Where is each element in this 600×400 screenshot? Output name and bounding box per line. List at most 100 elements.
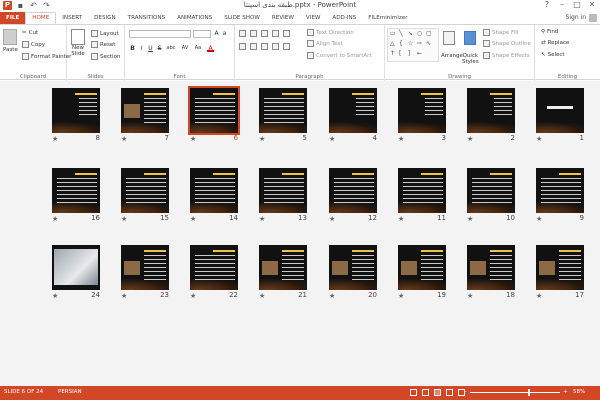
slide-preview[interactable] <box>398 168 446 213</box>
brace-shape-icon[interactable]: { <box>399 40 403 47</box>
line-spacing-icon[interactable] <box>283 30 290 37</box>
curve-shape-icon[interactable]: ∿ <box>426 40 431 47</box>
char-spacing-button[interactable]: AV <box>180 45 190 52</box>
slide-preview[interactable] <box>188 86 240 135</box>
slide-preview[interactable] <box>52 88 100 133</box>
arrow-shape-icon[interactable]: ↘ <box>408 30 413 37</box>
zoom-slider[interactable] <box>470 392 560 393</box>
slide-thumbnail[interactable]: ★ 4 <box>329 88 377 143</box>
slide-thumbnail[interactable]: ★ 1 <box>536 88 584 143</box>
slide-preview[interactable] <box>121 245 169 290</box>
change-case-button[interactable]: Aa <box>193 45 203 52</box>
increase-indent-icon[interactable] <box>272 30 279 37</box>
shapes-gallery[interactable]: ▭ ╲ ↘ ○ ▢ △ { ☆ ⇨ ∿ ↑ [ ] ← <box>387 28 439 62</box>
paste-button[interactable]: Paste <box>3 29 18 53</box>
slide-thumbnail[interactable]: ★ 6 <box>188 86 240 143</box>
slide-preview[interactable] <box>259 88 307 133</box>
triangle-shape-icon[interactable]: △ <box>390 40 395 47</box>
slide-preview[interactable] <box>329 245 377 290</box>
animation-star-icon[interactable]: ★ <box>259 135 265 143</box>
slide-thumbnail[interactable]: ★ 17 <box>536 245 584 300</box>
new-slide-button[interactable]: New Slide <box>71 29 85 57</box>
animation-star-icon[interactable]: ★ <box>190 215 196 223</box>
slide-preview[interactable] <box>121 88 169 133</box>
tab-fileminimizer[interactable]: FILEminimizer <box>362 12 413 24</box>
tab-animations[interactable]: ANIMATIONS <box>171 12 218 24</box>
block-arrow-shape-icon[interactable]: ⇨ <box>417 40 422 47</box>
slide-thumbnail[interactable]: ★ 23 <box>121 245 169 300</box>
slide-thumbnail[interactable]: ★ 8 <box>52 88 100 143</box>
animation-star-icon[interactable]: ★ <box>536 215 542 223</box>
avatar[interactable] <box>589 14 597 22</box>
tab-design[interactable]: DESIGN <box>88 12 122 24</box>
sign-in-link[interactable]: Sign in <box>566 14 586 21</box>
animation-star-icon[interactable]: ★ <box>52 292 58 300</box>
slide-preview[interactable] <box>536 168 584 213</box>
arrow-up-shape-icon[interactable]: ↑ <box>390 50 395 57</box>
slide-preview[interactable] <box>536 88 584 133</box>
rounded-rect-shape-icon[interactable]: ▢ <box>426 30 432 37</box>
bold-button[interactable]: B <box>129 45 136 52</box>
section-button[interactable]: Section <box>91 53 120 60</box>
slide-thumbnail[interactable]: ★ 16 <box>52 168 100 223</box>
quick-styles-button[interactable]: Quick Styles <box>462 31 479 65</box>
slide-thumbnail[interactable]: ★ 20 <box>329 245 377 300</box>
animation-star-icon[interactable]: ★ <box>467 292 473 300</box>
decrease-indent-icon[interactable] <box>261 30 268 37</box>
slide-preview[interactable] <box>52 245 100 290</box>
animation-star-icon[interactable]: ★ <box>536 292 542 300</box>
slide-thumbnail[interactable]: ★ 2 <box>467 88 515 143</box>
grow-font-button[interactable]: A <box>213 30 220 37</box>
oval-shape-icon[interactable]: ○ <box>417 30 422 37</box>
animation-star-icon[interactable]: ★ <box>121 135 127 143</box>
star-shape-icon[interactable]: ☆ <box>408 40 413 47</box>
align-left-icon[interactable] <box>239 43 246 50</box>
tab-home[interactable]: HOME <box>25 12 57 24</box>
font-size-combo[interactable] <box>193 30 211 38</box>
slide-preview[interactable] <box>52 168 100 213</box>
slide-thumbnail[interactable]: ★ 12 <box>329 168 377 223</box>
convert-smartart-button[interactable]: Convert to SmartArt <box>307 52 372 59</box>
normal-view-icon[interactable] <box>422 389 429 396</box>
tab-insert[interactable]: INSERT <box>56 12 88 24</box>
animation-star-icon[interactable]: ★ <box>398 215 404 223</box>
animation-star-icon[interactable]: ★ <box>398 292 404 300</box>
tab-file[interactable]: FILE <box>0 12 26 24</box>
slide-sorter-view-icon[interactable] <box>434 389 441 396</box>
numbering-icon[interactable] <box>250 30 257 37</box>
language-indicator[interactable]: PERSIAN <box>58 389 82 395</box>
slide-preview[interactable] <box>190 168 238 213</box>
underline-button[interactable]: U <box>147 45 154 52</box>
animation-star-icon[interactable]: ★ <box>190 135 196 143</box>
slide-preview[interactable] <box>121 168 169 213</box>
slide-thumbnail[interactable]: ★ 14 <box>190 168 238 223</box>
slide-preview[interactable] <box>467 168 515 213</box>
zoom-out-button[interactable]: – <box>464 389 467 395</box>
tab-view[interactable]: VIEW <box>300 12 327 24</box>
slide-preview[interactable] <box>398 88 446 133</box>
animation-star-icon[interactable]: ★ <box>52 135 58 143</box>
slide-preview[interactable] <box>467 245 515 290</box>
slide-thumbnail[interactable]: ★ 5 <box>259 88 307 143</box>
columns-icon[interactable] <box>283 43 290 50</box>
slide-thumbnail[interactable]: ★ 18 <box>467 245 515 300</box>
align-right-icon[interactable] <box>261 43 268 50</box>
slide-preview[interactable] <box>536 245 584 290</box>
animation-star-icon[interactable]: ★ <box>121 292 127 300</box>
text-direction-button[interactable]: Text Direction <box>307 29 354 36</box>
animation-star-icon[interactable]: ★ <box>467 135 473 143</box>
notes-icon[interactable] <box>410 389 417 396</box>
animation-star-icon[interactable]: ★ <box>329 215 335 223</box>
line-shape-icon[interactable]: ╲ <box>399 30 403 37</box>
slide-thumbnail[interactable]: ★ 9 <box>536 168 584 223</box>
shape-fill-button[interactable]: Shape Fill <box>483 29 518 36</box>
arrange-button[interactable]: Arrange <box>441 31 463 59</box>
slide-preview[interactable] <box>259 245 307 290</box>
animation-star-icon[interactable]: ★ <box>398 135 404 143</box>
animation-star-icon[interactable]: ★ <box>121 215 127 223</box>
slide-preview[interactable] <box>329 168 377 213</box>
select-button[interactable]: ↖ Select <box>541 52 565 58</box>
slide-preview[interactable] <box>329 88 377 133</box>
maximize-button[interactable]: □ <box>571 0 583 10</box>
strikethrough-button[interactable]: S <box>156 45 163 52</box>
